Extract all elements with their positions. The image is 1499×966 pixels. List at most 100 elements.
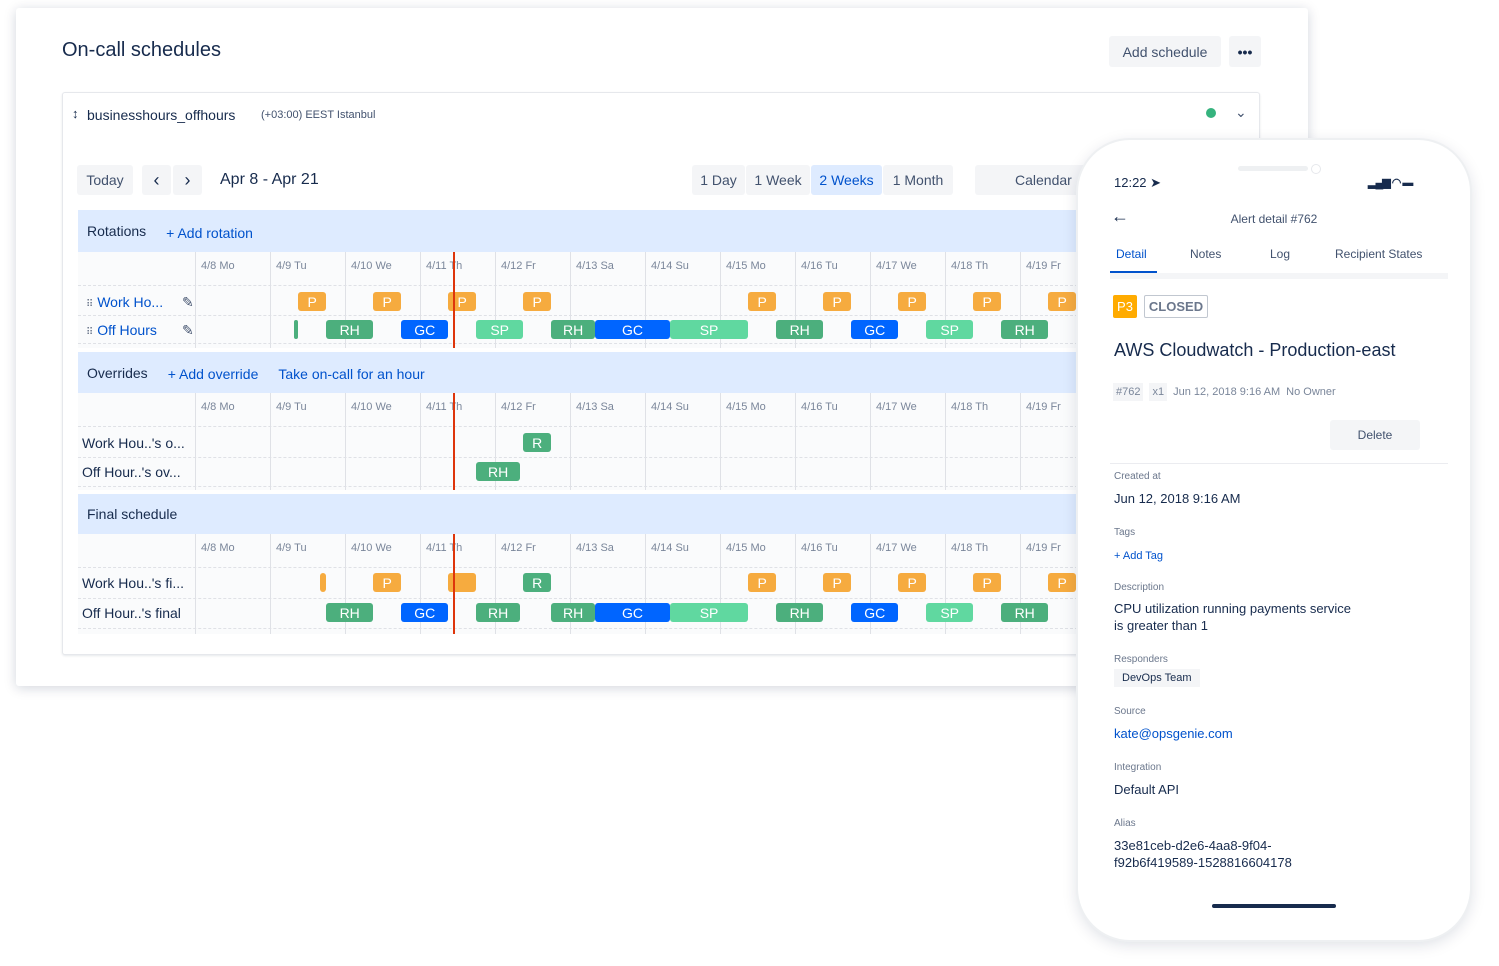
shift-bar-p[interactable]: P xyxy=(823,292,852,311)
shift-bar-p[interactable]: P xyxy=(898,573,927,592)
shift-bar-p[interactable]: P xyxy=(1048,573,1077,592)
alert-id: #762 xyxy=(1113,383,1144,401)
shift-bar-p[interactable]: P xyxy=(748,573,777,592)
view-2-weeks[interactable]: 2 Weeks xyxy=(811,165,882,195)
overrides-title: Overrides xyxy=(87,364,148,381)
source-link[interactable]: kate@opsgenie.com xyxy=(1114,726,1233,741)
shift-bar-rh[interactable]: RH xyxy=(476,603,520,622)
drag-handle-icon[interactable]: ⠿ xyxy=(86,299,93,310)
shift-bar-rh[interactable]: RH xyxy=(776,603,824,622)
prev-button[interactable]: ‹ xyxy=(142,165,171,195)
day-label: 4/13 Sa xyxy=(576,542,614,554)
shift-bar-rh[interactable]: RH xyxy=(326,320,374,339)
shift-bar-gc[interactable]: GC xyxy=(595,320,670,339)
add-schedule-button[interactable]: Add schedule xyxy=(1109,36,1221,67)
day-label: 4/14 Su xyxy=(651,260,689,272)
alert-title: AWS Cloudwatch - Production-east xyxy=(1114,340,1396,360)
day-label: 4/18 Th xyxy=(951,260,989,272)
shift-bar-rh[interactable] xyxy=(294,320,299,339)
shift-bar-rh[interactable]: RH xyxy=(776,320,824,339)
shift-bar-p[interactable]: P xyxy=(298,292,327,311)
shift-bar-p[interactable] xyxy=(320,573,327,592)
day-gridline xyxy=(945,393,946,490)
edit-pencil-icon[interactable]: ✎ xyxy=(182,322,194,339)
today-button[interactable]: Today xyxy=(77,165,133,195)
shift-bar-gc[interactable]: GC xyxy=(851,320,899,339)
shift-bar-sp[interactable]: SP xyxy=(926,603,974,622)
shift-bar-p[interactable]: P xyxy=(523,292,552,311)
add-rotation-link[interactable]: + Add rotation xyxy=(166,225,253,241)
day-label: 4/8 Mo xyxy=(201,260,235,272)
shift-bar-rh[interactable]: RH xyxy=(1001,603,1049,622)
created-label: Created at xyxy=(1114,471,1161,482)
view-1-week[interactable]: 1 Week xyxy=(746,165,810,195)
day-label: 4/10 We xyxy=(351,401,392,413)
shift-bar-rh[interactable]: RH xyxy=(551,603,595,622)
row-label: Off Hour..'s ov... xyxy=(82,464,181,480)
take-oncall-link[interactable]: Take on-call for an hour xyxy=(278,366,424,382)
more-options-button[interactable]: ••• xyxy=(1229,36,1261,67)
day-label: 4/18 Th xyxy=(951,542,989,554)
schedule-name[interactable]: businesshours_offhours xyxy=(87,107,235,123)
shift-bar-p[interactable]: P xyxy=(823,573,852,592)
tab-log[interactable]: Log xyxy=(1270,247,1290,261)
shift-bar-p[interactable]: P xyxy=(1048,292,1077,311)
shift-bar-p[interactable]: P xyxy=(748,292,777,311)
chevron-down-icon[interactable]: ⌄ xyxy=(1235,104,1247,121)
shift-bar-sp[interactable]: SP xyxy=(670,603,749,622)
shift-bar-gc[interactable]: GC xyxy=(401,320,449,339)
shift-bar-p[interactable] xyxy=(448,573,477,592)
current-time-line xyxy=(453,534,455,634)
day-gridline xyxy=(870,393,871,490)
shift-bar-r[interactable]: R xyxy=(523,573,552,592)
drag-handle-icon[interactable]: ⠿ xyxy=(86,327,93,338)
day-label: 4/17 We xyxy=(876,542,917,554)
shift-bar-gc[interactable]: GC xyxy=(401,603,449,622)
tab-notes[interactable]: Notes xyxy=(1190,247,1221,261)
shift-bar-p[interactable]: P xyxy=(973,573,1002,592)
integration-label: Integration xyxy=(1114,762,1162,773)
add-tag-link[interactable]: + Add Tag xyxy=(1114,550,1163,562)
status-dot xyxy=(1206,108,1216,118)
shift-bar-gc[interactable]: GC xyxy=(595,603,670,622)
status-time: 12:22 ➤ xyxy=(1114,175,1162,190)
shift-bar-sp[interactable]: SP xyxy=(476,320,524,339)
description-label: Description xyxy=(1114,582,1165,593)
alert-owner: No Owner xyxy=(1286,386,1336,398)
tab-detail[interactable]: Detail xyxy=(1116,247,1147,261)
shift-bar-rh[interactable]: RH xyxy=(326,603,374,622)
shift-bar-gc[interactable]: GC xyxy=(851,603,899,622)
tab-recipient-states[interactable]: Recipient States xyxy=(1335,247,1422,261)
camera xyxy=(1311,164,1321,174)
shift-bar-p[interactable]: P xyxy=(898,292,927,311)
next-button[interactable]: › xyxy=(173,165,202,195)
sort-icon[interactable]: ↕ xyxy=(72,106,79,121)
shift-bar-sp[interactable]: SP xyxy=(926,320,974,339)
source-label: Source xyxy=(1114,706,1146,717)
home-indicator[interactable] xyxy=(1212,904,1336,908)
day-gridline xyxy=(270,393,271,490)
shift-bar-rh[interactable]: RH xyxy=(476,462,520,481)
shift-bar-rh[interactable]: RH xyxy=(551,320,595,339)
shift-bar-p[interactable]: P xyxy=(373,573,402,592)
shift-bar-p[interactable]: P xyxy=(373,292,402,311)
row-label[interactable]: ⠿ Work Ho... ✎ xyxy=(86,294,194,310)
shift-bar-r[interactable]: R xyxy=(523,433,552,452)
rotation-name[interactable]: Work Ho... xyxy=(97,294,163,310)
row-label[interactable]: ⠿ Off Hours ✎ xyxy=(86,322,194,338)
shift-bar-sp[interactable]: SP xyxy=(670,320,749,339)
view-1-month[interactable]: 1 Month xyxy=(883,165,953,195)
row-divider xyxy=(78,285,1078,286)
shift-bar-p[interactable]: P xyxy=(448,292,477,311)
edit-pencil-icon[interactable]: ✎ xyxy=(182,294,194,311)
view-1-day[interactable]: 1 Day xyxy=(692,165,745,195)
day-gridline xyxy=(1020,393,1021,490)
status-icons: ▂▄▆ ◠ ▬ xyxy=(1368,177,1413,189)
shift-bar-rh[interactable]: RH xyxy=(1001,320,1049,339)
day-label: 4/19 Fr xyxy=(1026,260,1061,272)
shift-bar-p[interactable]: P xyxy=(973,292,1002,311)
rotation-name[interactable]: Off Hours xyxy=(97,322,157,338)
responder-chip[interactable]: DevOps Team xyxy=(1114,669,1200,687)
add-override-link[interactable]: + Add override xyxy=(168,366,259,382)
delete-button[interactable]: Delete xyxy=(1330,420,1420,450)
